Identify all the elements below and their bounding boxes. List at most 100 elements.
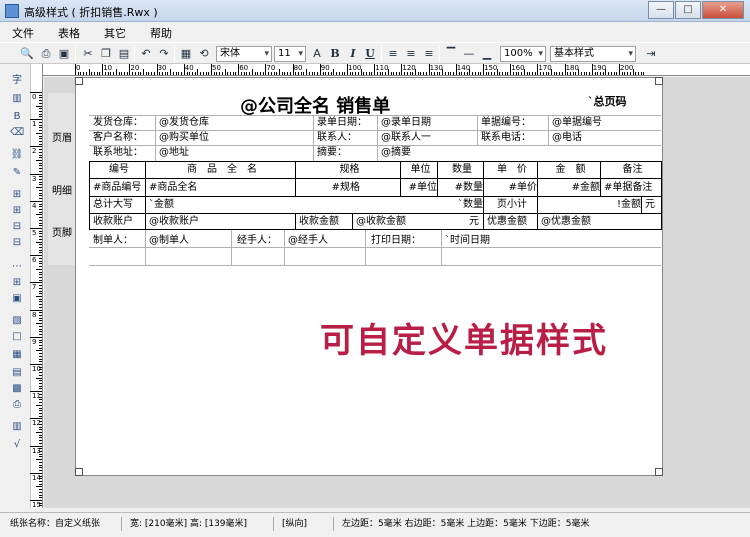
valign-bottom-icon[interactable]: ▁: [479, 46, 495, 62]
header-amount[interactable]: 金 额: [538, 163, 600, 176]
row-insert-icon[interactable]: ⊟: [10, 220, 24, 234]
refresh-icon[interactable]: ⟲: [196, 46, 212, 62]
label-creator[interactable]: 制单人：: [90, 234, 133, 247]
header-spec[interactable]: 规格: [296, 163, 400, 176]
page-count-field[interactable]: `总页码: [588, 93, 627, 109]
detail-price[interactable]: #单价: [484, 181, 537, 194]
label-yuan-subtotal[interactable]: 元: [642, 198, 655, 211]
header-product-name[interactable]: 商 品 全 名: [146, 163, 295, 176]
field-address[interactable]: @地址: [156, 146, 189, 159]
label-received-amount[interactable]: 收款金额: [296, 215, 339, 228]
field-discount-amount[interactable]: @优惠金额: [538, 215, 591, 228]
undo-icon[interactable]: ↶: [138, 46, 154, 62]
field-page-subtotal[interactable]: !金额: [538, 198, 641, 211]
cut-icon[interactable]: ✂: [80, 46, 96, 62]
detail-code[interactable]: #商品编号: [90, 181, 145, 194]
label-discount-amount[interactable]: 优惠金额: [484, 215, 527, 228]
picture-icon[interactable]: ▧: [10, 314, 24, 328]
field-account[interactable]: @收款账户: [146, 215, 199, 228]
align-center-icon[interactable]: ≡: [403, 46, 419, 62]
redo-icon[interactable]: ↷: [156, 46, 172, 62]
field-summary[interactable]: @摘要: [378, 146, 411, 159]
field-doc-number[interactable]: @单据编号: [549, 116, 602, 129]
split-icon[interactable]: ⋯: [10, 260, 24, 274]
label-page-subtotal[interactable]: 页小计: [484, 198, 537, 211]
header-code[interactable]: 编号: [90, 163, 145, 176]
detail-remark[interactable]: #单据备注: [601, 181, 661, 194]
detail-unit[interactable]: #单位: [401, 181, 437, 194]
print-icon[interactable]: ⎙: [38, 46, 54, 62]
label-summary[interactable]: 摘要：: [314, 146, 347, 159]
text-tool-icon[interactable]: 字: [10, 74, 24, 88]
bold-button[interactable]: B: [327, 46, 343, 62]
menu-table[interactable]: 表格: [46, 22, 92, 41]
font-name-select[interactable]: 宋体: [216, 46, 272, 62]
label-total-uppercase[interactable]: 总计大写: [90, 198, 133, 211]
header-remark[interactable]: 备注: [601, 163, 661, 176]
label-yuan[interactable]: 元: [466, 215, 479, 228]
align-left-icon[interactable]: ≡: [385, 46, 401, 62]
close-button[interactable]: ✕: [702, 1, 744, 19]
label-account[interactable]: 收款账户: [90, 215, 133, 228]
field-total-uppercase[interactable]: `金额: [146, 198, 174, 211]
column-icon[interactable]: ⊞: [10, 188, 24, 202]
field-handler[interactable]: @经手人: [285, 234, 328, 247]
underline-button[interactable]: U: [362, 46, 378, 62]
header-unit[interactable]: 单位: [401, 163, 437, 176]
row-delete-icon[interactable]: ⊟: [10, 236, 24, 250]
style-select[interactable]: 基本样式: [550, 46, 636, 62]
maximize-button[interactable]: □: [675, 1, 701, 19]
detail-product-name[interactable]: #商品全名: [146, 181, 295, 194]
field-received-amount[interactable]: @收款金额: [353, 215, 406, 228]
cell-icon[interactable]: ▣: [10, 292, 24, 306]
minimize-button[interactable]: —: [648, 1, 674, 19]
eraser-icon[interactable]: ⌫: [10, 126, 24, 140]
text-format-icon[interactable]: A: [309, 46, 325, 62]
label-doc-number[interactable]: 单据编号：: [478, 116, 531, 129]
label-print-date[interactable]: 打印日期：: [368, 234, 421, 247]
label-warehouse[interactable]: 发货仓库：: [90, 116, 143, 129]
field-total-quantity[interactable]: `数量: [438, 198, 483, 211]
detail-quantity[interactable]: #数量: [438, 181, 483, 194]
label-contact[interactable]: 联系人：: [314, 131, 357, 144]
printer-tool-icon[interactable]: ⎙: [10, 398, 24, 412]
field-print-date[interactable]: `时间日期: [442, 234, 490, 247]
zoom-select[interactable]: 100%: [500, 46, 546, 62]
italic-button[interactable]: I: [345, 46, 361, 62]
barcode-icon[interactable]: ▥: [10, 420, 24, 434]
valign-middle-icon[interactable]: —: [461, 46, 477, 62]
exit-icon[interactable]: ⇥: [643, 46, 659, 62]
bold-tool-icon[interactable]: B: [10, 110, 24, 124]
paste-icon[interactable]: ▤: [116, 46, 132, 62]
header-price[interactable]: 单 价: [484, 163, 537, 176]
table-icon[interactable]: ▦: [10, 348, 24, 362]
chart-icon[interactable]: ▩: [10, 382, 24, 396]
copy-icon[interactable]: ❐: [98, 46, 114, 62]
font-size-select[interactable]: 11: [274, 46, 306, 62]
align-right-icon[interactable]: ≡: [421, 46, 437, 62]
band-detail-label[interactable]: 明细: [52, 182, 72, 197]
formula-icon[interactable]: √: [10, 438, 24, 452]
field-warehouse[interactable]: @发货仓库: [156, 116, 209, 129]
column-merge-icon[interactable]: ⊞: [10, 204, 24, 218]
label-address[interactable]: 联系地址：: [90, 146, 143, 159]
label-customer[interactable]: 客户名称：: [90, 131, 143, 144]
menu-file[interactable]: 文件: [0, 22, 46, 41]
save-icon[interactable]: ▣: [56, 46, 72, 62]
detail-spec[interactable]: #规格: [296, 181, 400, 194]
grid-icon[interactable]: ⊞: [10, 276, 24, 290]
print-preview-icon[interactable]: 🔍: [19, 46, 35, 62]
detail-amount[interactable]: #金额: [538, 181, 600, 194]
field-creator[interactable]: @制单人: [146, 234, 189, 247]
field-tool-icon[interactable]: ▥: [10, 92, 24, 106]
image-icon[interactable]: ▦: [178, 46, 194, 62]
link-icon[interactable]: ⛓: [10, 148, 24, 162]
field-entry-date[interactable]: @录单日期: [378, 116, 431, 129]
field-phone[interactable]: @电话: [549, 131, 582, 144]
field-contact[interactable]: @联系人一: [378, 131, 431, 144]
label-phone[interactable]: 联系电话：: [478, 131, 531, 144]
band-header-label[interactable]: 页眉: [52, 129, 72, 144]
pen-icon[interactable]: ✎: [10, 166, 24, 180]
menu-other[interactable]: 其它: [92, 22, 138, 41]
blank-icon[interactable]: □: [10, 330, 24, 344]
